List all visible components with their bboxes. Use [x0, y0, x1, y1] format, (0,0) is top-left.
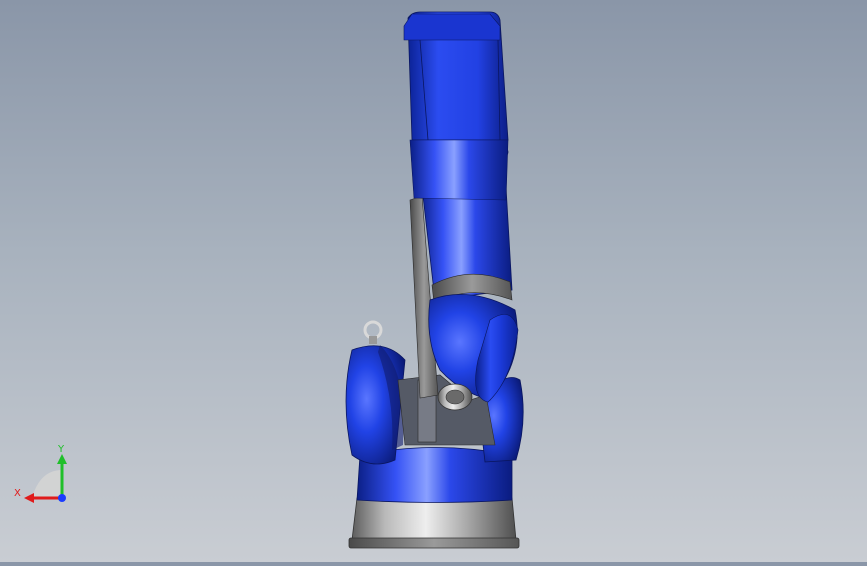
z-axis-dot — [58, 494, 66, 502]
x-axis-label: X — [14, 488, 21, 499]
coordinate-triad: Y X — [14, 440, 74, 510]
x-axis-arrow — [24, 493, 34, 503]
y-axis-arrow — [57, 454, 67, 464]
robot-arm-model[interactable] — [345, 11, 524, 549]
robot-motor-box — [403, 11, 509, 201]
3d-viewport[interactable] — [0, 0, 867, 562]
triad-plane-shade — [32, 470, 62, 498]
y-axis-label: Y — [57, 444, 65, 455]
